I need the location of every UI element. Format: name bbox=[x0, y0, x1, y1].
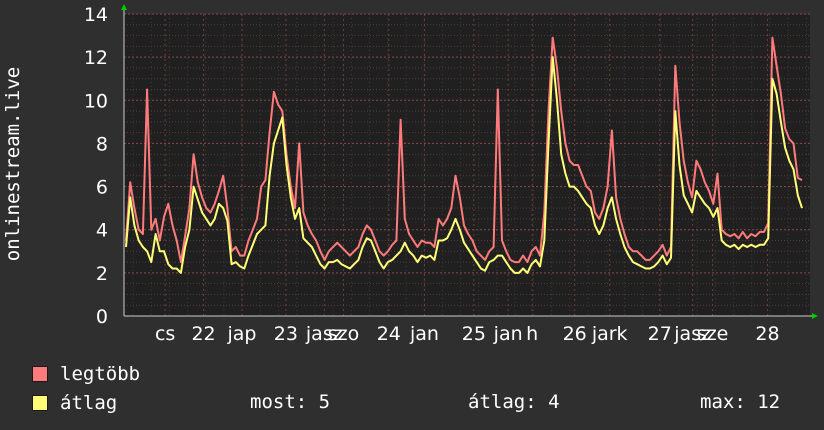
y-axis-label: onlinestream.live bbox=[2, 67, 24, 261]
stat-maximum: max: 12 bbox=[700, 391, 781, 413]
y-tick-label: 12 bbox=[84, 47, 108, 69]
x-tick-label: 24 bbox=[377, 323, 401, 345]
grid bbox=[124, 13, 810, 317]
stat-current: most: 5 bbox=[250, 391, 331, 413]
y-tick-label: 8 bbox=[96, 133, 108, 155]
legend-swatch-avg bbox=[32, 395, 48, 411]
x-tick-label: szo bbox=[328, 323, 360, 345]
x-tick-label: 22 bbox=[191, 323, 215, 345]
y-tick-label: 2 bbox=[96, 263, 108, 285]
x-tick-label: 27 bbox=[648, 323, 672, 345]
x-tick-label: 23 bbox=[274, 323, 298, 345]
x-tick-label: jark bbox=[591, 323, 628, 345]
y-tick-label: 14 bbox=[84, 4, 108, 26]
x-tick-label: 26 bbox=[563, 323, 587, 345]
stat-average: átlag: 4 bbox=[468, 391, 560, 413]
legend-label-max: legtöbb bbox=[60, 363, 141, 385]
x-tick-label: cs bbox=[155, 323, 175, 345]
y-tick-label: 10 bbox=[84, 90, 108, 112]
legend-swatch-max bbox=[32, 366, 48, 382]
x-tick-label: jan bbox=[409, 323, 439, 345]
y-tick-label: 0 bbox=[96, 306, 108, 328]
legend: legtöbb átlag most: 5 átlag: 4 max: 12 bbox=[32, 362, 812, 422]
chart: 02468101214cs 22 jap 23 jaszszo 24 jan 25 jan h 26… bbox=[2, 4, 818, 345]
legend-item-max: legtöbb bbox=[32, 362, 140, 386]
x-tick-label: jan bbox=[493, 323, 523, 345]
x-tick-label: 28 bbox=[755, 323, 779, 345]
y-axis-arrow bbox=[121, 4, 127, 10]
y-tick-label: 4 bbox=[96, 220, 108, 242]
x-tick-label: jap bbox=[226, 323, 256, 345]
y-tick-label: 6 bbox=[96, 177, 108, 199]
legend-label-avg: átlag bbox=[60, 392, 118, 414]
x-axis-arrow bbox=[812, 313, 818, 319]
x-tick-label: h bbox=[526, 323, 538, 345]
x-tick-label: 25 bbox=[462, 323, 486, 345]
x-tick-label: sze bbox=[697, 323, 729, 345]
legend-item-avg: átlag bbox=[32, 391, 117, 415]
